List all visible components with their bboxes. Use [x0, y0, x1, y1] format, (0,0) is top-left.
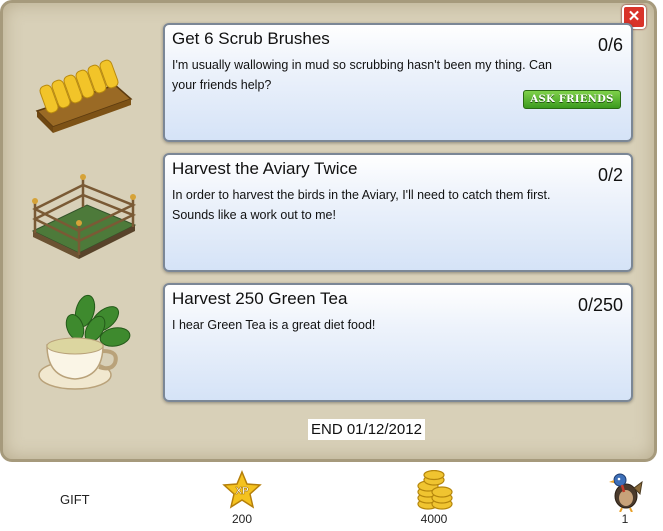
aviary-icon: [31, 174, 137, 259]
item-value: 1: [621, 512, 629, 526]
green-tea-icon: [38, 294, 131, 390]
quest-card-scrub-brushes: Get 6 Scrub Brushes I'm usually wallowin…: [163, 23, 633, 142]
quest-card-aviary: Harvest the Aviary Twice In order to har…: [163, 153, 633, 272]
quest-description: I hear Green Tea is a great diet food!: [172, 318, 376, 332]
xp-value: 200: [231, 512, 253, 526]
ask-friends-button[interactable]: ASK FRIENDS: [523, 90, 621, 109]
coins-value: 4000: [420, 512, 448, 526]
end-date-label: END 01/12/2012: [308, 419, 425, 440]
quest-card-green-tea: Harvest 250 Green Tea I hear Green Tea i…: [163, 283, 633, 402]
quest-title: Get 6 Scrub Brushes: [172, 29, 330, 48]
quest-description: In order to harvest the birds in the Avi…: [172, 188, 551, 222]
reward-bar: GIFT XP 200 4000 1: [0, 462, 663, 531]
xp-star-icon: XP: [222, 470, 262, 509]
coins-icon: [417, 470, 453, 510]
quest-progress: 0/250: [577, 295, 623, 315]
quest-title: Harvest the Aviary Twice: [172, 159, 358, 178]
turkey-item-icon: [609, 473, 643, 512]
quest-dialog: ✕ Get 6 Scrub Brushes I'm usually wallow…: [0, 0, 657, 462]
xp-badge-text: XP: [235, 486, 249, 497]
quest-progress: 0/2: [597, 165, 623, 185]
gift-label[interactable]: GIFT: [60, 492, 90, 507]
quest-title: Harvest 250 Green Tea: [172, 289, 348, 308]
quest-description: I'm usually wallowing in mud so scrubbin…: [172, 58, 552, 92]
quest-progress: 0/6: [597, 35, 623, 55]
scrub-brush-icon: [35, 59, 133, 133]
